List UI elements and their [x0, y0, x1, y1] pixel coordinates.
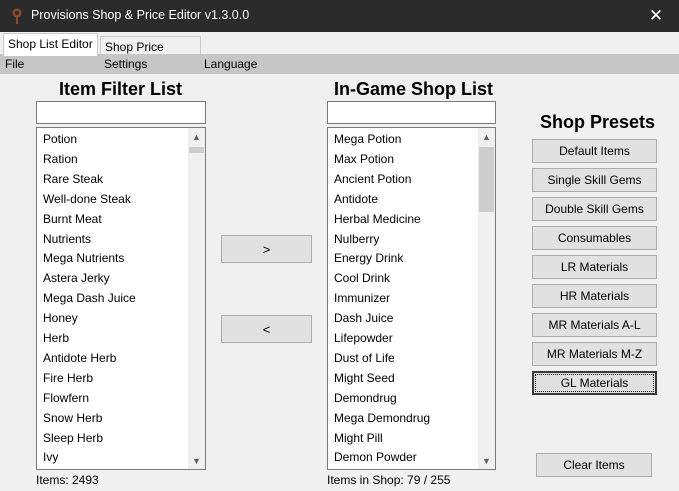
list-item[interactable]: Potion — [43, 132, 77, 146]
menu-settings[interactable]: Settings — [104, 57, 147, 71]
list-item[interactable]: Nulberry — [334, 232, 379, 246]
list-item[interactable]: Herbal Medicine — [334, 212, 421, 226]
scroll-thumb[interactable] — [479, 147, 494, 212]
preset-double-skill-gems-button[interactable]: Double Skill Gems — [532, 197, 657, 221]
title-bar: Provisions Shop & Price Editor v1.3.0.0 … — [0, 0, 679, 32]
app-icon — [12, 8, 22, 24]
list-item[interactable]: Mega Dash Juice — [43, 291, 136, 305]
list-item[interactable]: Dash Juice — [334, 311, 393, 325]
filter-list-title: Item Filter List — [59, 79, 183, 99]
list-item[interactable]: Antidote — [334, 192, 378, 206]
add-to-shop-button[interactable]: > — [221, 235, 312, 263]
scroll-down-icon[interactable]: ▼ — [188, 452, 205, 469]
list-item[interactable]: Immunizer — [334, 291, 390, 305]
preset-default-items-button[interactable]: Default Items — [532, 139, 657, 163]
preset-mr-materials-a-l-button[interactable]: MR Materials A-L — [532, 313, 657, 337]
preset-consumables-button[interactable]: Consumables — [532, 226, 657, 250]
list-item[interactable]: Astera Jerky — [43, 271, 110, 285]
preset-hr-materials-button[interactable]: HR Materials — [532, 284, 657, 308]
shop-list-title: In-Game Shop List — [334, 79, 494, 99]
list-item[interactable]: Flowfern — [43, 391, 89, 405]
list-item[interactable]: Lifepowder — [334, 331, 393, 345]
list-item[interactable]: Nutrients — [43, 232, 91, 246]
list-item[interactable]: Might Seed — [334, 371, 395, 385]
list-item[interactable]: Mega Demondrug — [334, 411, 430, 425]
list-item[interactable]: Cool Drink — [334, 271, 390, 285]
shop-search-input[interactable] — [327, 101, 496, 124]
menu-bar: File Settings Language — [0, 54, 679, 74]
list-item[interactable]: Max Potion — [334, 152, 394, 166]
list-item[interactable]: Mega Potion — [334, 132, 401, 146]
shop-scrollbar[interactable]: ▲ ▼ — [478, 128, 495, 469]
list-item[interactable]: Fire Herb — [43, 371, 93, 385]
list-item[interactable]: Energy Drink — [334, 251, 403, 265]
preset-gl-materials-button[interactable]: GL Materials — [532, 371, 657, 395]
filter-scrollbar[interactable]: ▲ ▼ — [188, 128, 205, 469]
remove-from-shop-button[interactable]: < — [221, 315, 312, 343]
preset-mr-materials-m-z-button[interactable]: MR Materials M-Z — [532, 342, 657, 366]
list-item[interactable]: Antidote Herb — [43, 351, 116, 365]
scroll-up-icon[interactable]: ▲ — [188, 128, 205, 145]
list-item[interactable]: Honey — [43, 311, 78, 325]
scroll-down-icon[interactable]: ▼ — [478, 452, 495, 469]
list-item[interactable]: Snow Herb — [43, 411, 102, 425]
filter-search-input[interactable] — [36, 101, 206, 124]
menu-language[interactable]: Language — [204, 57, 257, 71]
presets-title: Shop Presets — [540, 112, 656, 132]
menu-file[interactable]: File — [5, 57, 24, 71]
list-item[interactable]: Well-done Steak — [43, 192, 131, 206]
list-item[interactable]: Ration — [43, 152, 78, 166]
list-item[interactable]: Sleep Herb — [43, 431, 103, 445]
list-item[interactable]: Dust of Life — [334, 351, 395, 365]
shop-listbox[interactable]: ▲ ▼ Mega Potion Max Potion Ancient Potion A… — [327, 127, 496, 470]
list-item[interactable]: Mega Nutrients — [43, 251, 124, 265]
list-item[interactable]: Demon Powder — [334, 450, 417, 464]
list-item[interactable]: Herb — [43, 331, 69, 345]
list-item[interactable]: Burnt Meat — [43, 212, 102, 226]
list-item[interactable]: Demondrug — [334, 391, 397, 405]
tab-shop-list-editor[interactable]: Shop List Editor — [3, 33, 98, 56]
close-icon[interactable]: ✕ — [633, 0, 679, 32]
list-item[interactable]: Ivy — [43, 450, 58, 464]
clear-items-button[interactable]: Clear Items — [536, 453, 652, 477]
list-item[interactable]: Ancient Potion — [334, 172, 411, 186]
filter-listbox[interactable]: ▲ ▼ Potion Ration Rare Steak Well-done Stea… — [36, 127, 206, 470]
preset-single-skill-gems-button[interactable]: Single Skill Gems — [532, 168, 657, 192]
shop-item-count: Items in Shop: 79 / 255 — [327, 473, 451, 487]
list-item[interactable]: Might Pill — [334, 431, 383, 445]
filter-item-count: Items: 2493 — [36, 473, 99, 487]
preset-lr-materials-button[interactable]: LR Materials — [532, 255, 657, 279]
window-title: Provisions Shop & Price Editor v1.3.0.0 — [31, 8, 250, 22]
list-item[interactable]: Rare Steak — [43, 172, 103, 186]
scroll-thumb[interactable] — [189, 147, 204, 153]
scroll-up-icon[interactable]: ▲ — [478, 128, 495, 145]
